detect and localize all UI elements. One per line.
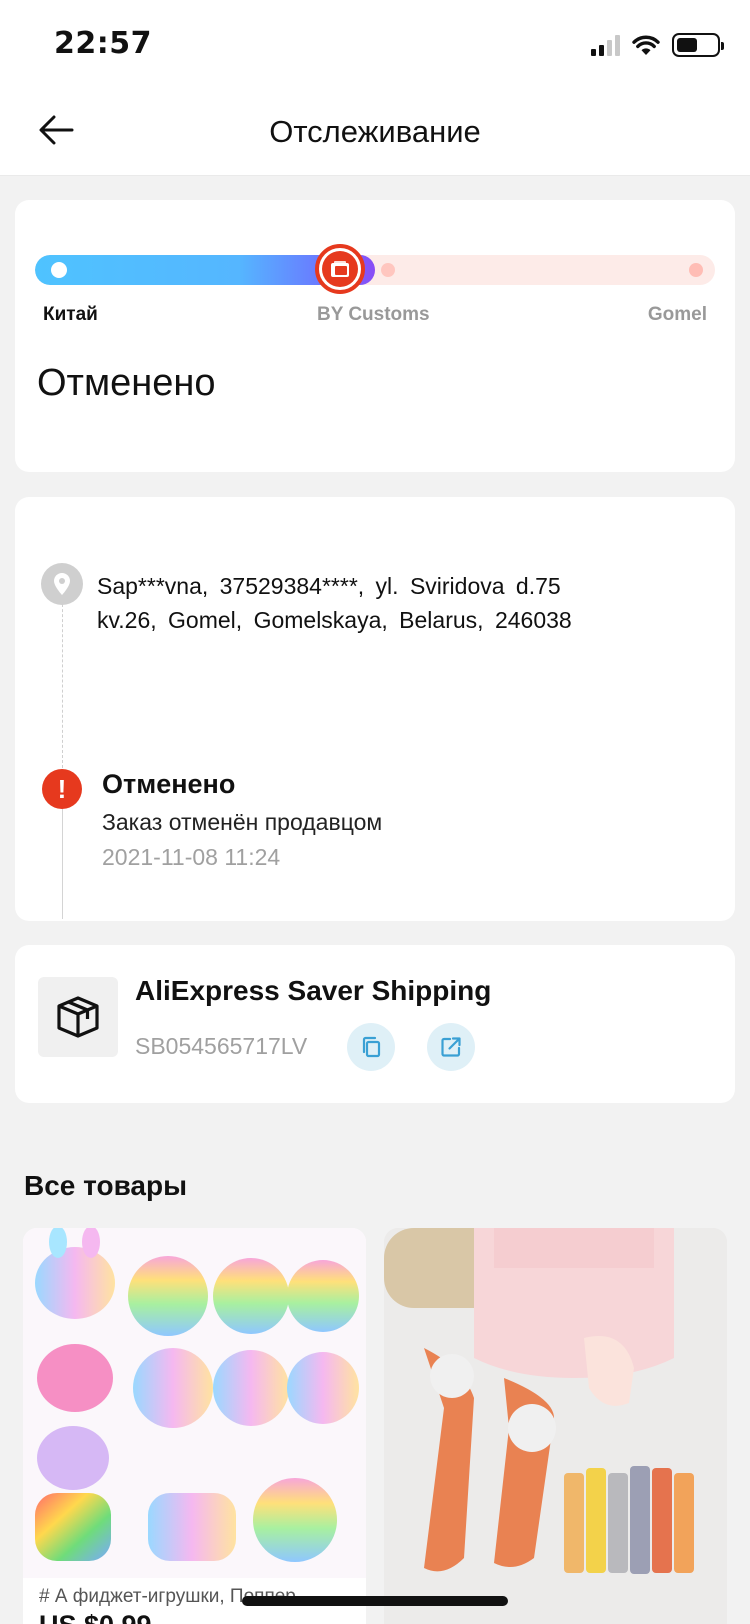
- copy-tracking-button[interactable]: [347, 1023, 395, 1071]
- progress-end-dot: [689, 263, 703, 277]
- product-card[interactable]: # А фиджет-игрушки, Поппер... US $0.99: [23, 1228, 366, 1624]
- cellular-signal-icon: [591, 34, 620, 56]
- event-title: Отменено: [102, 769, 236, 799]
- address-line: kv.26, Gomel, Gomelskaya, Belarus, 24603…: [97, 607, 572, 633]
- order-status: Отменено: [37, 362, 216, 404]
- timeline-connector: [62, 797, 63, 919]
- page-title: Отслеживание: [269, 114, 481, 149]
- alert-icon: !: [42, 769, 82, 809]
- carrier-name: AliExpress Saver Shipping: [135, 975, 492, 1006]
- delivery-progress-card: Китай BY Customs Gomel Отменено: [15, 200, 735, 472]
- product-image: [384, 1228, 727, 1624]
- tracking-number: SB054565717LV: [135, 1033, 308, 1059]
- status-bar: 22:57: [0, 0, 750, 88]
- stage-label-customs: BY Customs: [317, 304, 430, 325]
- tracking-details-card: Sap***vna, 37529384****, yl. Sviridova d…: [15, 497, 735, 921]
- copy-icon: [362, 1036, 381, 1058]
- event-timestamp: 2021-11-08 11:24: [102, 844, 281, 870]
- battery-icon: [672, 33, 724, 57]
- progress-pending-dot: [381, 263, 395, 277]
- product-price: US $0.99: [39, 1610, 152, 1624]
- progress-track: [35, 255, 715, 285]
- header: Отслеживание: [0, 88, 750, 176]
- home-indicator: [242, 1596, 508, 1606]
- stage-label-destination: Gomel: [647, 304, 707, 325]
- status-icons: [591, 30, 724, 60]
- stage-label-origin: Китай: [43, 304, 98, 325]
- external-link-icon: [441, 1037, 461, 1057]
- progress-start-dot: [51, 262, 67, 278]
- all-products-title: Все товары: [24, 1170, 188, 1201]
- product-card[interactable]: [384, 1228, 727, 1624]
- current-stage-marker: [315, 244, 365, 294]
- location-pin-icon: [41, 563, 83, 605]
- event-description: Заказ отменён продавцом: [102, 809, 383, 835]
- address-line: Sap***vna, 37529384****, yl. Sviridova d…: [97, 573, 561, 599]
- box-icon: [38, 977, 118, 1057]
- wifi-icon: [632, 35, 660, 55]
- delivery-address: Sap***vna, 37529384****, yl. Sviridova d…: [97, 569, 697, 637]
- open-tracking-link-button[interactable]: [427, 1023, 475, 1071]
- status-time: 22:57: [54, 26, 152, 61]
- product-image: [23, 1228, 366, 1578]
- shipping-method-card: AliExpress Saver Shipping SB054565717LV: [15, 945, 735, 1103]
- parcel-icon: [322, 251, 358, 287]
